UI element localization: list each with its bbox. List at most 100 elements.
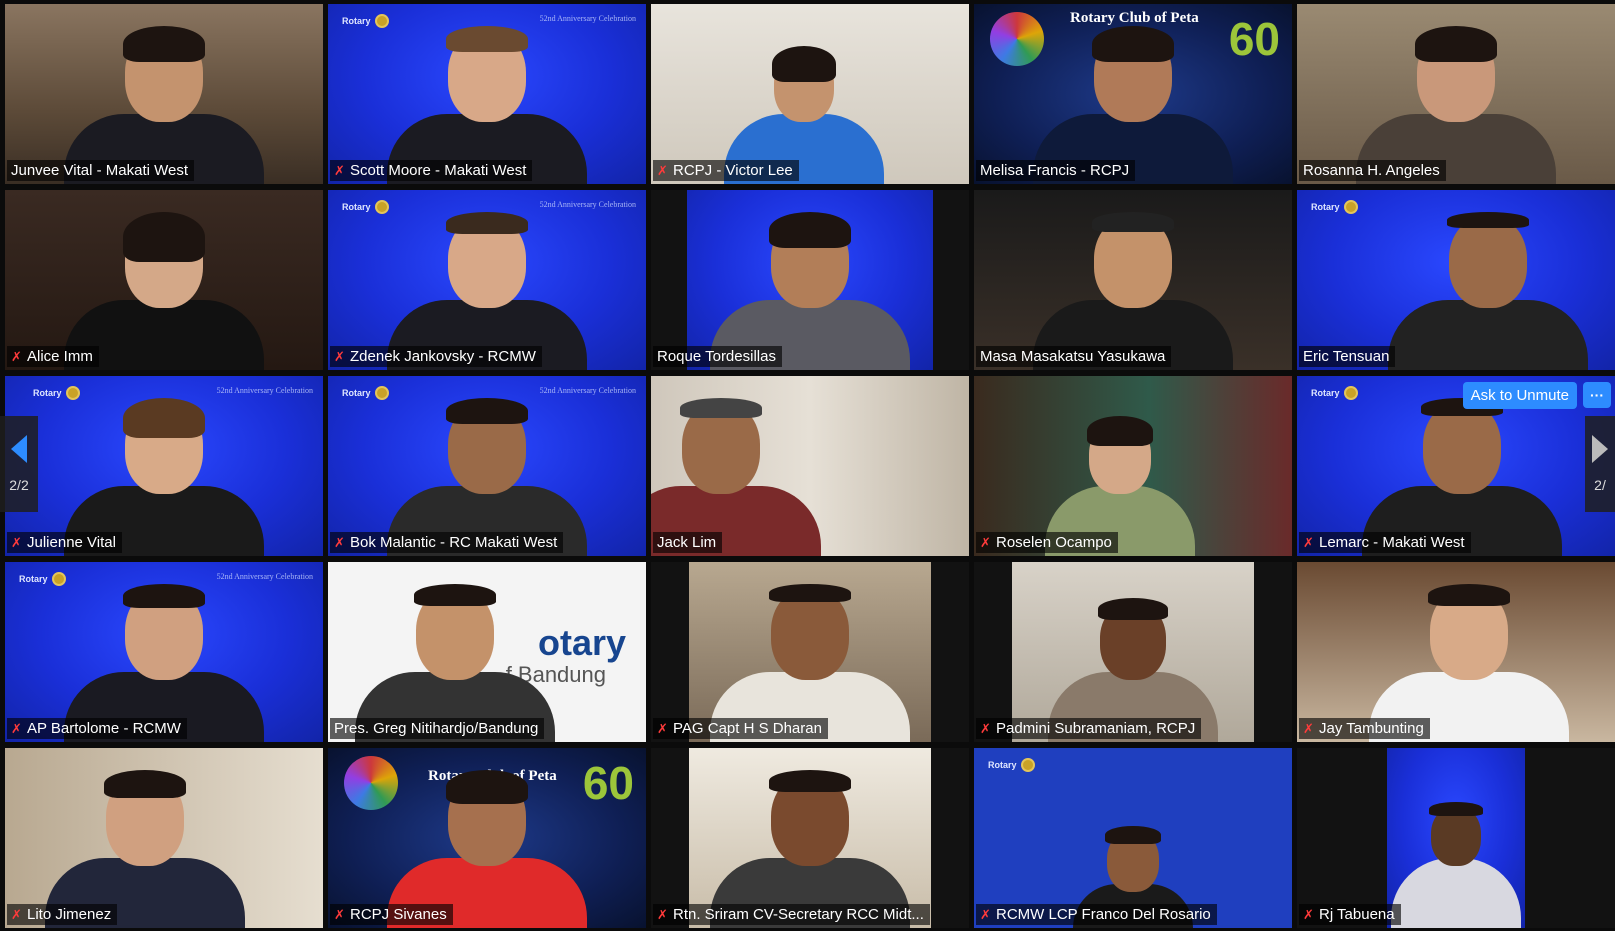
participant-tile[interactable]: Rotary 52nd Anniversary Celebration ✗ Jul… [5, 376, 323, 556]
participant-tile[interactable]: Masa Masakatsu Yasukawa [974, 190, 1292, 370]
participant-name-label: Eric Tensuan [1299, 346, 1396, 367]
participant-name-label: ✗ Jay Tambunting [1299, 718, 1430, 739]
participant-tile[interactable]: ✗ Rj Tabuena [1297, 748, 1615, 928]
participant-name-label: ✗ Roselen Ocampo [976, 532, 1118, 553]
participant-name: Masa Masakatsu Yasukawa [980, 348, 1166, 365]
participant-name-label: Roque Tordesillas [653, 346, 782, 367]
participant-tile[interactable]: ✗ Jay Tambunting [1297, 562, 1615, 742]
chevron-right-icon [1592, 435, 1608, 463]
participant-tile[interactable]: ✗ Padmini Subramaniam, RCPJ [974, 562, 1292, 742]
participant-tile[interactable]: ✗ Rtn. Sriram CV-Secretary RCC Midt... [651, 748, 969, 928]
mic-muted-icon: ✗ [980, 906, 991, 922]
mic-muted-icon: ✗ [11, 720, 22, 736]
mic-muted-icon: ✗ [657, 906, 668, 922]
more-options-button[interactable]: ··· [1583, 382, 1611, 408]
participant-name: Eric Tensuan [1303, 348, 1390, 365]
participant-tile[interactable]: Roque Tordesillas [651, 190, 969, 370]
previous-page-button[interactable]: 2/2 [0, 416, 38, 512]
participant-name: Zdenek Jankovsky - RCMW [350, 348, 536, 365]
participant-tile[interactable]: ✗ Roselen Ocampo [974, 376, 1292, 556]
sixty-years-logo: 60 [1228, 13, 1280, 65]
mic-muted-icon: ✗ [980, 720, 991, 736]
ask-to-unmute-button[interactable]: Ask to Unmute [1462, 382, 1577, 409]
participant-name: Lito Jimenez [27, 906, 112, 923]
participant-name-label: ✗ Lito Jimenez [7, 904, 118, 925]
participant-tile[interactable]: Rosanna H. Angeles [1297, 4, 1615, 184]
participant-name: AP Bartolome - RCMW [27, 720, 181, 737]
participant-tile[interactable]: Rotary 52nd Anniversary Celebration ✗ Zde… [328, 190, 646, 370]
rotary-logo: Rotary [1311, 200, 1358, 214]
participant-name-label: Masa Masakatsu Yasukawa [976, 346, 1172, 367]
participant-name-label: ✗ Julienne Vital [7, 532, 122, 553]
rotary-wheel-icon [374, 200, 389, 214]
mic-muted-icon: ✗ [334, 162, 345, 178]
participant-name: RCPJ - Victor Lee [673, 162, 793, 179]
participant-tile[interactable]: Junvee Vital - Makati West [5, 4, 323, 184]
participant-tile[interactable]: Rotary 52nd Anniversary Celebration ✗ AP … [5, 562, 323, 742]
participant-name-label: ✗ RCPJ Sivanes [330, 904, 453, 925]
rotary-wheel-icon [1343, 386, 1358, 400]
participant-name-label: ✗ Lemarc - Makati West [1299, 532, 1471, 553]
participant-name: Melisa Francis - RCPJ [980, 162, 1130, 179]
chevron-left-icon [11, 435, 27, 463]
participant-tile[interactable]: ✗ PAG Capt H S Dharan [651, 562, 969, 742]
page-indicator: 2/2 [9, 477, 29, 493]
participant-name-label: Pres. Greg Nitihardjo/Bandung [330, 718, 545, 739]
rotary-logo: Rotary [33, 386, 80, 400]
participant-name: Jack Lim [657, 534, 717, 551]
participant-name-label: ✗ Zdenek Jankovsky - RCMW [330, 346, 542, 367]
participant-name: Rtn. Sriram CV-Secretary RCC Midt... [673, 906, 924, 923]
rotary-wheel-icon [1020, 758, 1035, 772]
participant-tile[interactable]: ✗ RCPJ - Victor Lee [651, 4, 969, 184]
participant-tile[interactable]: Rotary 52nd Anniversary Celebration ✗ Bok… [328, 376, 646, 556]
participant-name-label: ✗ Padmini Subramaniam, RCPJ [976, 718, 1202, 739]
participant-name-label: Junvee Vital - Makati West [7, 160, 195, 181]
mic-muted-icon: ✗ [1303, 720, 1314, 736]
mic-muted-icon: ✗ [1303, 534, 1314, 550]
participant-tile[interactable]: Rotary Club of Peta 60 Melisa Francis - … [974, 4, 1292, 184]
rotary-logo: Rotary [19, 572, 66, 586]
rotary-logo: Rotary [1311, 386, 1358, 400]
participant-name: RCMW LCP Franco Del Rosario [996, 906, 1211, 923]
mic-muted-icon: ✗ [657, 720, 668, 736]
participant-video [1387, 212, 1588, 370]
participant-name-label: Jack Lim [653, 532, 723, 553]
sixty-years-logo: 60 [582, 757, 634, 809]
participant-tile[interactable]: Rotary Club of Peta 60 ✗RCPJ Sivanes [328, 748, 646, 928]
anniversary-text: 52nd Anniversary Celebration [539, 200, 636, 209]
participant-name: Roque Tordesillas [657, 348, 776, 365]
mic-muted-icon: ✗ [334, 906, 345, 922]
club-name-text: Rotary Club of Peta [1070, 10, 1199, 26]
rotary-wheel-icon [374, 386, 389, 400]
participant-tile[interactable]: Rotary 52nd Anniversary Celebration ✗ Sco… [328, 4, 646, 184]
participant-name: Julienne Vital [27, 534, 116, 551]
participant-tile[interactable]: Rotary Ask to Unmute ··· ✗ Lemarc - Makat… [1297, 376, 1615, 556]
next-page-button[interactable]: 2/ [1585, 416, 1615, 512]
anniversary-text: 52nd Anniversary Celebration [216, 572, 313, 581]
participant-name: Junvee Vital - Makati West [11, 162, 189, 179]
participant-name: Roselen Ocampo [996, 534, 1112, 551]
participant-name-label: ✗ Alice Imm [7, 346, 99, 367]
participant-name: Padmini Subramaniam, RCPJ [996, 720, 1196, 737]
participant-name-label: Melisa Francis - RCPJ [976, 160, 1136, 181]
participant-name-label: ✗ PAG Capt H S Dharan [653, 718, 828, 739]
participant-tile[interactable]: Rotary ✗ RCMW LCP Franco Del Rosario [974, 748, 1292, 928]
rotary-logo: Rotary [342, 386, 389, 400]
participant-tile[interactable]: Rotary Eric Tensuan [1297, 190, 1615, 370]
participant-tile[interactable]: ✗ Lito Jimenez [5, 748, 323, 928]
participant-tile[interactable]: Jack Lim [651, 376, 969, 556]
anniversary-text: 52nd Anniversary Celebration [216, 386, 313, 395]
mic-muted-icon: ✗ [1303, 906, 1314, 922]
participant-name: Lemarc - Makati West [1319, 534, 1465, 551]
participant-name-label: ✗ RCMW LCP Franco Del Rosario [976, 904, 1217, 925]
participant-tile[interactable]: otary f Bandung Pres. Greg Nitihardjo/Ba… [328, 562, 646, 742]
participant-name: PAG Capt H S Dharan [673, 720, 822, 737]
mic-muted-icon: ✗ [980, 534, 991, 550]
participant-video [1391, 802, 1521, 928]
participant-tile[interactable]: ✗ Alice Imm [5, 190, 323, 370]
participant-name-label: Rosanna H. Angeles [1299, 160, 1446, 181]
page-indicator: 2/ [1594, 477, 1606, 493]
rotary-wheel-icon [65, 386, 80, 400]
participant-name: Rosanna H. Angeles [1303, 162, 1440, 179]
mic-muted-icon: ✗ [11, 534, 22, 550]
